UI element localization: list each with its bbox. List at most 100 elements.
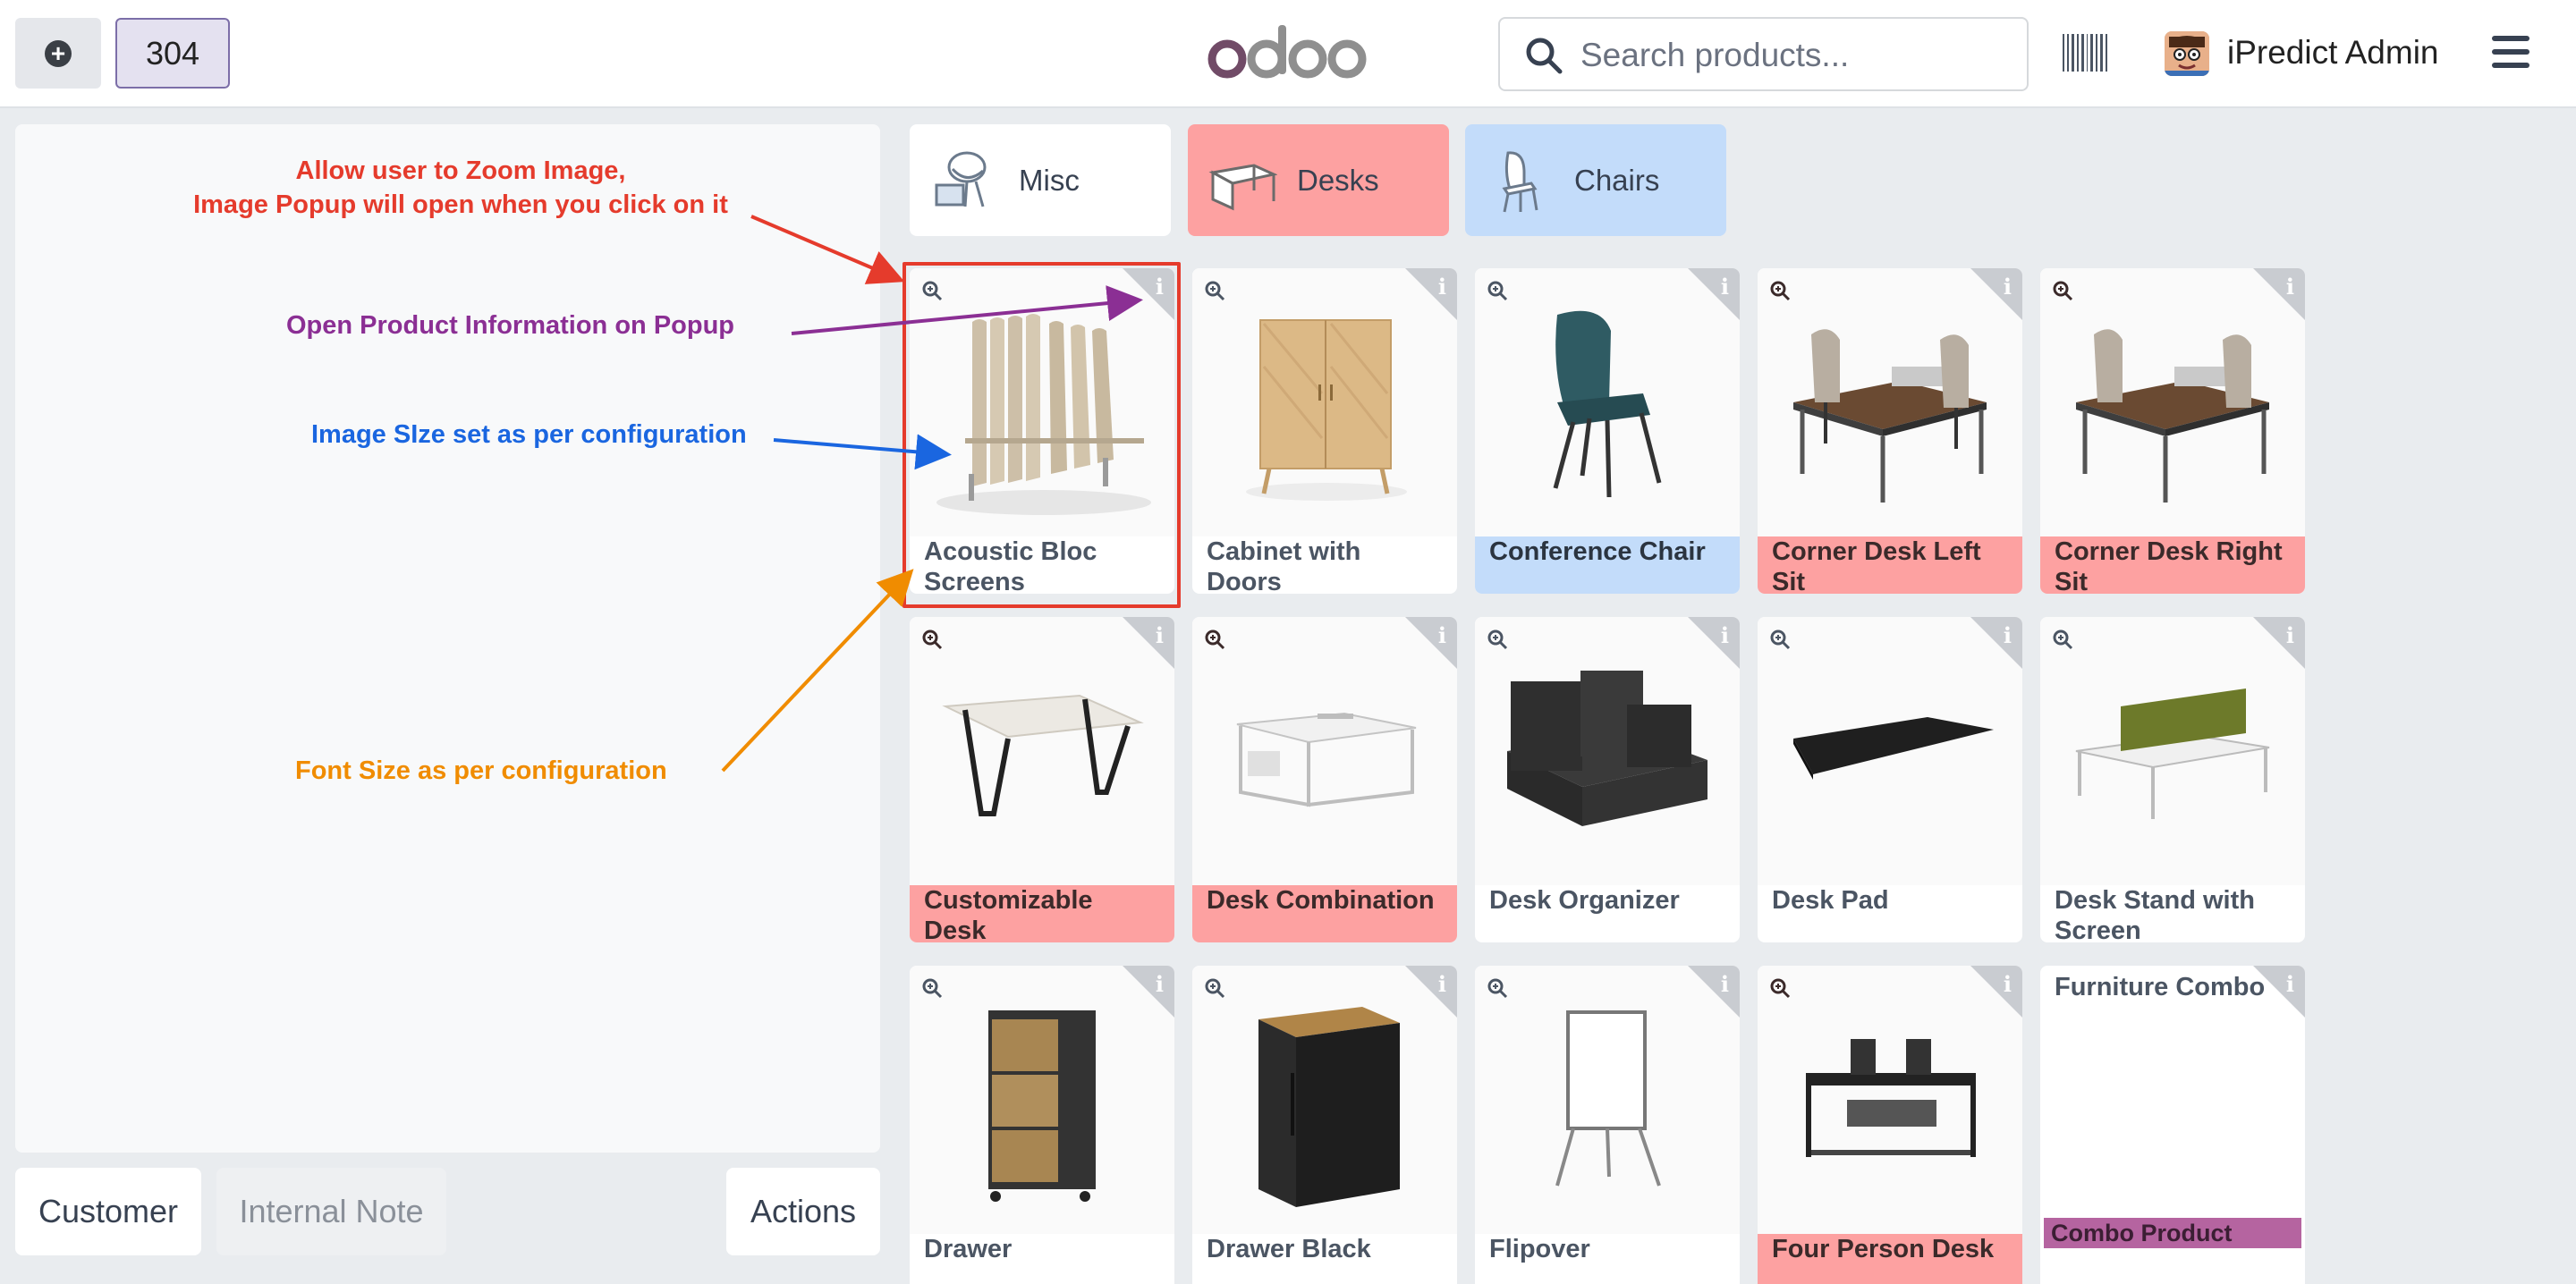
product-card[interactable]: i Desk Pad (1758, 617, 2022, 942)
category-label: Misc (1019, 163, 1080, 197)
zoom-icon[interactable] (1486, 279, 1509, 302)
info-icon[interactable]: i (1721, 971, 1729, 997)
zoom-icon[interactable] (1768, 279, 1792, 302)
info-icon[interactable]: i (1156, 971, 1164, 997)
category-chairs[interactable]: Chairs (1465, 124, 1726, 236)
order-panel (15, 124, 880, 1153)
order-tab[interactable]: 304 (115, 18, 230, 89)
zoom-icon[interactable] (2051, 628, 2074, 651)
product-name: Four Person Desk (1758, 1234, 2022, 1284)
product-card[interactable]: i Conference Chair (1475, 268, 1740, 594)
info-corner[interactable] (1405, 617, 1457, 669)
product-name: Desk Pad (1772, 886, 1889, 915)
info-corner[interactable] (1970, 268, 2022, 320)
info-icon[interactable]: i (2286, 274, 2294, 300)
zoom-icon[interactable] (1203, 279, 1226, 302)
info-corner[interactable] (1970, 966, 2022, 1018)
product-card[interactable]: i Four Person Desk (1758, 966, 2022, 1284)
search-icon (1526, 38, 1563, 74)
top-bar: + 304 Search products... iPredict Admin (0, 0, 2576, 108)
category-label: Desks (1297, 163, 1379, 197)
product-name: Desk Organizer (1489, 886, 1680, 915)
info-corner[interactable] (1123, 617, 1174, 669)
info-icon[interactable]: i (2286, 971, 2294, 997)
info-corner[interactable] (2253, 617, 2305, 669)
product-card[interactable]: i Desk Combination (1192, 617, 1457, 942)
product-card[interactable]: i Desk Stand with Screen (2040, 617, 2305, 942)
info-corner[interactable] (1688, 617, 1740, 669)
product-name: Corner Desk Left Sit (1758, 536, 2022, 594)
search-input[interactable]: Search products... (1498, 17, 2029, 91)
info-corner[interactable] (2253, 268, 2305, 320)
info-corner[interactable] (1688, 268, 1740, 320)
product-name: Flipover (1489, 1235, 1590, 1263)
annotation-font-size: Font Size as per configuration (295, 756, 667, 785)
info-corner[interactable] (1405, 966, 1457, 1018)
chair-icon (1502, 150, 1538, 212)
product-name: Cabinet with Doors (1207, 537, 1361, 594)
product-name: Conference Chair (1475, 536, 1740, 594)
product-card[interactable]: i Drawer Black (1192, 966, 1457, 1284)
zoom-icon[interactable] (920, 976, 944, 1000)
zoom-icon[interactable] (1768, 976, 1792, 1000)
info-corner[interactable] (2253, 966, 2305, 1018)
combo-product-tag: Combo Product (2044, 1218, 2301, 1248)
product-card[interactable]: i Customizable Desk (910, 617, 1174, 942)
user-name[interactable]: iPredict Admin (2227, 34, 2439, 72)
misc-icon (935, 151, 987, 207)
actions-button[interactable]: Actions (726, 1168, 880, 1255)
zoom-icon[interactable] (920, 628, 944, 651)
info-corner[interactable] (1405, 268, 1457, 320)
product-name: Corner Desk Right Sit (2040, 536, 2305, 594)
info-icon[interactable]: i (1438, 622, 1446, 648)
desk-icon (1208, 163, 1277, 210)
product-name: Drawer (924, 1235, 1013, 1263)
info-icon[interactable]: i (1721, 622, 1729, 648)
info-icon[interactable]: i (2004, 274, 2012, 300)
product-name: Furniture Combo (2055, 973, 2266, 1001)
zoom-icon[interactable] (2051, 279, 2074, 302)
product-card[interactable]: i Corner Desk Right Sit (2040, 268, 2305, 594)
info-corner[interactable] (1123, 966, 1174, 1018)
annotation-image-size: Image SIze set as per configuration (311, 420, 747, 449)
info-corner[interactable] (1970, 617, 2022, 669)
avatar[interactable] (2165, 31, 2209, 76)
info-icon[interactable]: i (1156, 622, 1164, 648)
zoom-icon[interactable] (1203, 628, 1226, 651)
zoom-icon[interactable] (1486, 976, 1509, 1000)
product-card[interactable]: i Desk Organizer (1475, 617, 1740, 942)
product-name: Drawer Black (1207, 1235, 1371, 1263)
category-desks[interactable]: Desks (1188, 124, 1449, 236)
highlight-box (902, 262, 1181, 608)
product-card[interactable]: i Drawer (910, 966, 1174, 1284)
info-icon[interactable]: i (1438, 971, 1446, 997)
product-name: Customizable Desk (910, 885, 1174, 942)
product-card[interactable]: i Corner Desk Left Sit (1758, 268, 2022, 594)
new-order-button[interactable]: + (15, 18, 101, 89)
category-label: Chairs (1574, 163, 1660, 197)
annotation-info: Open Product Information on Popup (286, 311, 735, 340)
hamburger-icon[interactable] (2492, 36, 2529, 68)
info-icon[interactable]: i (2286, 622, 2294, 648)
annotation-zoom: Allow user to Zoom Image, Image Popup wi… (170, 154, 751, 222)
info-icon[interactable]: i (2004, 971, 2012, 997)
internal-note-button[interactable]: Internal Note (216, 1168, 446, 1255)
customer-button[interactable]: Customer (15, 1168, 201, 1255)
product-card[interactable]: Furniture Combo i Combo Product (2040, 966, 2305, 1284)
info-icon[interactable]: i (1721, 274, 1729, 300)
category-misc[interactable]: Misc (910, 124, 1171, 236)
info-corner[interactable] (1688, 966, 1740, 1018)
info-icon[interactable]: i (2004, 622, 2012, 648)
annotation-zoom-line2: Image Popup will open when you click on … (193, 190, 728, 219)
product-name: Desk Stand with Screen (2055, 886, 2255, 942)
info-icon[interactable]: i (1438, 274, 1446, 300)
zoom-icon[interactable] (1768, 628, 1792, 651)
odoo-logo (1208, 25, 1367, 79)
product-card[interactable]: i Flipover (1475, 966, 1740, 1284)
zoom-icon[interactable] (1486, 628, 1509, 651)
search-placeholder: Search products... (1580, 37, 1850, 73)
annotation-zoom-line1: Allow user to Zoom Image, (295, 156, 626, 185)
zoom-icon[interactable] (1203, 976, 1226, 1000)
product-card[interactable]: i Cabinet with Doors (1192, 268, 1457, 594)
barcode-icon[interactable] (2063, 34, 2107, 72)
